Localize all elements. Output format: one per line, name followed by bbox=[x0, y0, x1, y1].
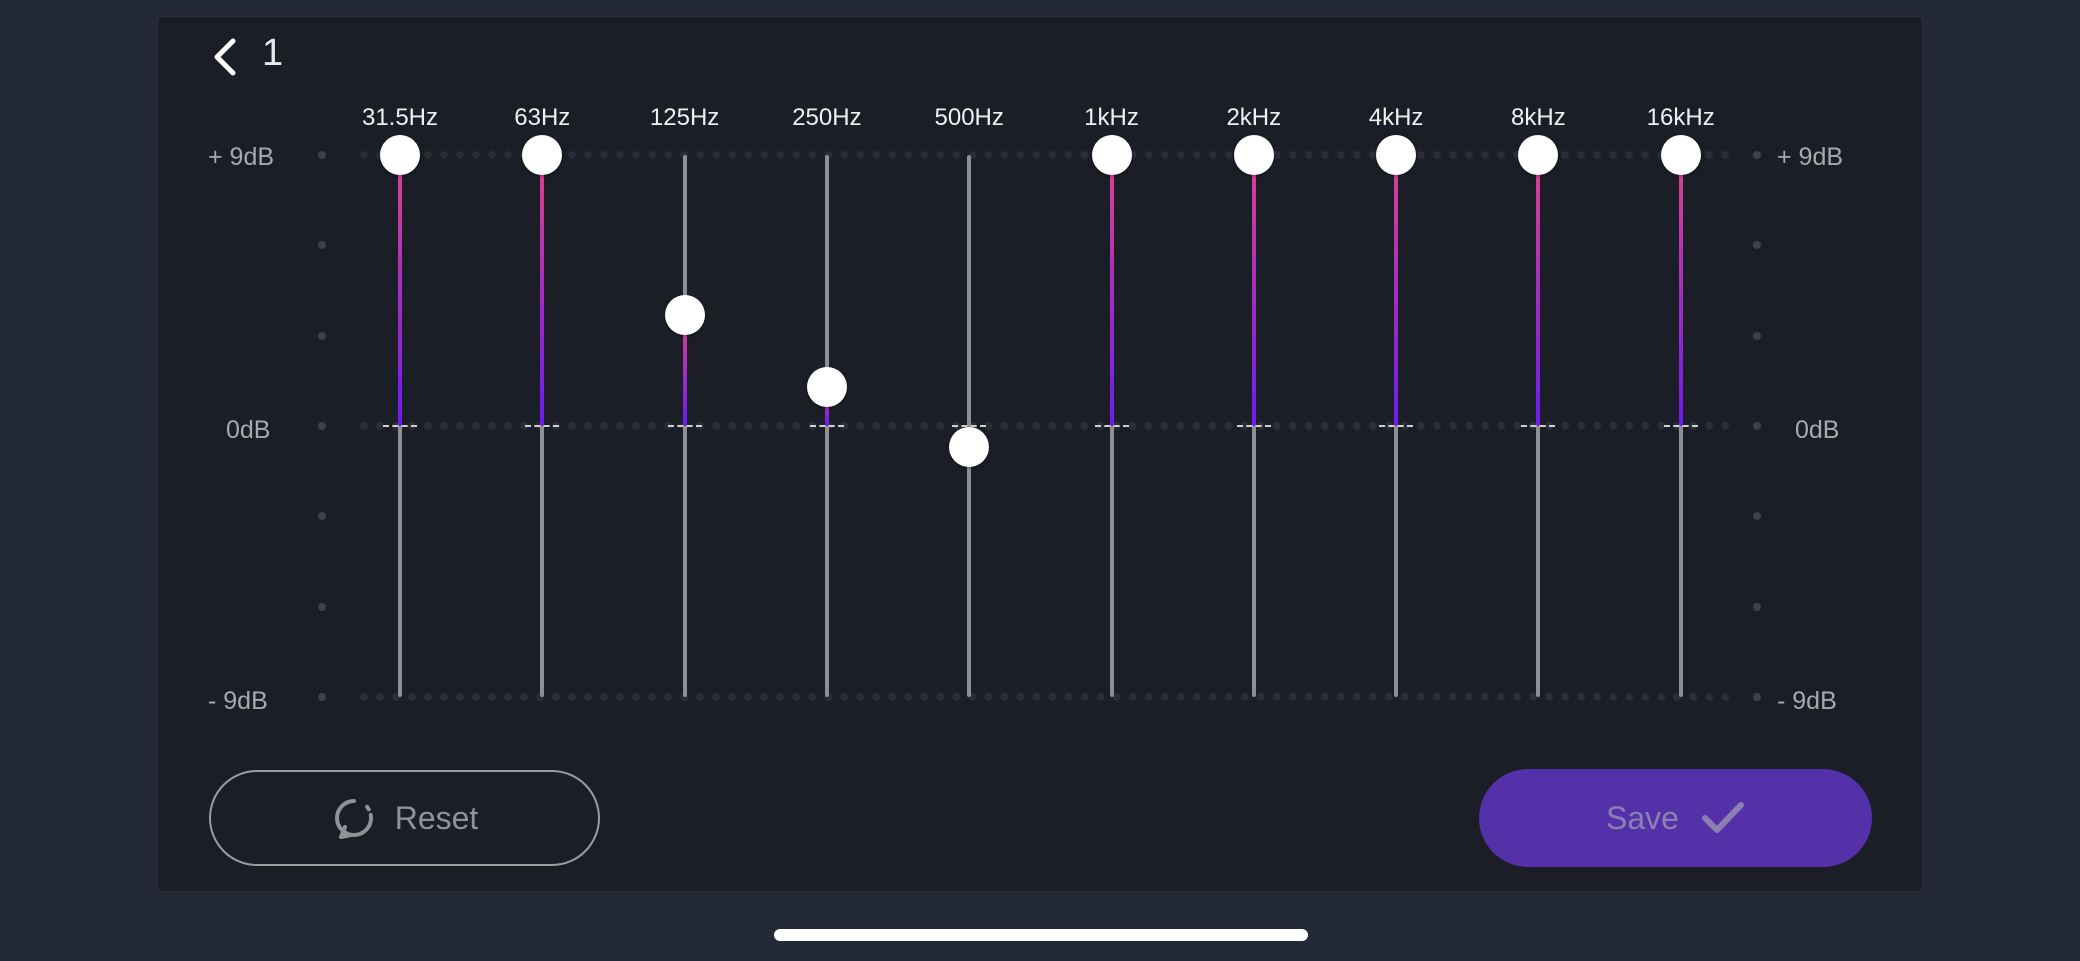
slider-fill bbox=[1251, 155, 1256, 426]
band-label: 125Hz bbox=[649, 104, 720, 131]
slider-knob[interactable] bbox=[1091, 135, 1132, 175]
home-indicator bbox=[774, 929, 1308, 941]
grid-line bbox=[360, 693, 1730, 701]
zero-tick bbox=[1663, 425, 1698, 427]
zero-tick bbox=[383, 425, 417, 427]
band-label: 8kHz bbox=[1511, 104, 1566, 131]
band-label: 63Hz bbox=[514, 104, 571, 131]
chevron-left-icon bbox=[214, 38, 236, 76]
slider-fill bbox=[398, 155, 402, 426]
scale-bottom-left: - 9dB bbox=[208, 687, 268, 715]
scale-dot bbox=[318, 422, 326, 430]
zero-tick bbox=[1521, 425, 1556, 427]
band-label: 31.5Hz bbox=[361, 104, 439, 131]
scale-middle-right: 0dB bbox=[1795, 416, 1840, 444]
slider-knob[interactable] bbox=[1233, 135, 1274, 175]
zero-tick bbox=[1236, 425, 1271, 427]
slider-knob[interactable] bbox=[380, 135, 420, 175]
slider-fill bbox=[540, 155, 545, 426]
slider-knob[interactable] bbox=[664, 294, 705, 335]
save-label: Save bbox=[1606, 799, 1679, 836]
scale-dot bbox=[1753, 422, 1761, 430]
scale-middle-left: 0dB bbox=[226, 416, 271, 444]
save-button[interactable]: Save bbox=[1479, 769, 1872, 867]
scale-bottom-right: - 9dB bbox=[1777, 687, 1837, 715]
zero-tick bbox=[809, 425, 844, 427]
scale-dot bbox=[318, 151, 326, 159]
slider-knob[interactable] bbox=[806, 366, 847, 407]
zero-tick bbox=[525, 425, 560, 427]
scale-dot bbox=[1753, 331, 1761, 340]
zero-tick bbox=[1379, 425, 1414, 427]
slider-knob[interactable] bbox=[1376, 135, 1417, 175]
band-label: 1kHz bbox=[1084, 104, 1139, 131]
scale-top-right: + 9dB bbox=[1777, 143, 1844, 171]
equalizer-panel bbox=[157, 16, 1923, 892]
band-label: 4kHz bbox=[1368, 104, 1424, 131]
scale-dot bbox=[318, 602, 326, 611]
scale-dot bbox=[318, 331, 326, 340]
scale-dot bbox=[318, 693, 326, 701]
band-label: 16kHz bbox=[1646, 104, 1715, 131]
slider-fill bbox=[1678, 155, 1683, 426]
reset-label: Reset bbox=[394, 799, 479, 836]
band-label: 500Hz bbox=[934, 104, 1004, 131]
slider-knob[interactable] bbox=[949, 427, 990, 468]
checkmark-icon bbox=[1701, 802, 1744, 833]
reset-icon bbox=[334, 799, 373, 839]
slider-knob[interactable] bbox=[1518, 135, 1559, 175]
scale-top-left: + 9dB bbox=[208, 143, 275, 171]
zero-tick bbox=[1094, 425, 1129, 427]
slider-fill bbox=[1109, 155, 1114, 426]
slider-fill bbox=[1394, 155, 1399, 426]
scale-dot bbox=[1753, 602, 1761, 611]
scale-dot bbox=[1753, 151, 1761, 159]
preset-name: 1 bbox=[262, 32, 284, 74]
zero-tick bbox=[667, 425, 702, 427]
slider-knob[interactable] bbox=[1660, 135, 1701, 175]
scale-dot bbox=[1753, 693, 1761, 701]
back-button[interactable] bbox=[205, 35, 245, 79]
reset-button[interactable]: Reset bbox=[209, 770, 600, 866]
band-label: 2kHz bbox=[1226, 104, 1282, 131]
slider-fill bbox=[1536, 155, 1541, 426]
slider-knob[interactable] bbox=[522, 135, 563, 175]
band-label: 250Hz bbox=[792, 104, 862, 131]
